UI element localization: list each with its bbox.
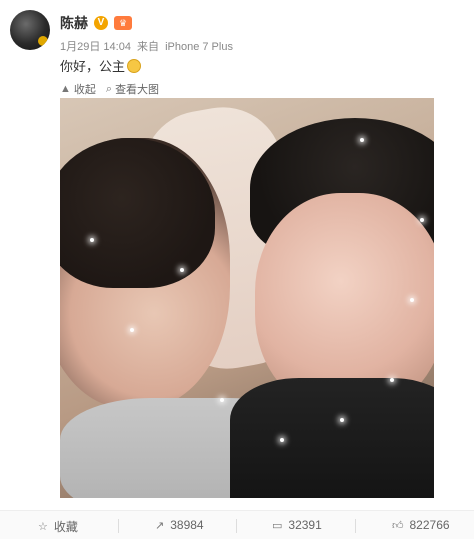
sparkle (390, 378, 394, 382)
like-button[interactable]: 👍︎ 822766 (392, 518, 450, 532)
post-header: 陈赫 V ♛ 1月29日 14:04 来自 iPhone 7 Plus 你好，公… (0, 0, 474, 78)
comment-icon: ▭ (272, 519, 283, 532)
post-text: 你好，公主 (60, 59, 126, 74)
post-footer-actions: ☆ 收藏 ↗ 38984 ▭ 32391 👍︎ 822766 (0, 510, 474, 539)
author-name[interactable]: 陈赫 (60, 13, 88, 33)
sparkle (220, 398, 224, 402)
magnify-icon: ⌕ (105, 82, 113, 95)
post-device[interactable]: iPhone 7 Plus (165, 41, 233, 53)
author-line: 陈赫 V ♛ (60, 13, 132, 33)
post-content: 你好，公主 (60, 56, 142, 75)
author-avatar[interactable] (10, 10, 50, 50)
post-photo[interactable] (60, 98, 434, 498)
verified-icon: V (94, 16, 108, 30)
princess-emoji-icon (127, 58, 142, 73)
favorite-label: 收藏 (53, 520, 78, 534)
repost-icon: ↗ (155, 519, 165, 532)
post-date[interactable]: 1月29日 14:04 (60, 41, 131, 53)
photo-man-shirt (230, 378, 434, 498)
comment-count: 32391 (288, 518, 322, 532)
collapse-icon: ▲ (60, 83, 71, 95)
like-count: 822766 (409, 518, 450, 532)
view-large-button[interactable]: ⌕ 查看大图 (106, 81, 159, 97)
sparkle (410, 298, 414, 302)
sparkle (90, 238, 94, 242)
photo-baby-hair (60, 138, 215, 288)
divider (236, 519, 237, 533)
sparkle (340, 418, 344, 422)
comment-button[interactable]: ▭ 32391 (272, 518, 322, 532)
collapse-button[interactable]: ▲ 收起 (60, 81, 96, 97)
post-meta: 1月29日 14:04 来自 iPhone 7 Plus (60, 38, 236, 54)
view-large-label: 查看大图 (115, 84, 160, 96)
image-actions: ▲ 收起 ⌕ 查看大图 (60, 81, 159, 97)
avatar-status-badge (38, 36, 48, 46)
from-prefix: 来自 (137, 41, 159, 53)
sparkle (360, 138, 364, 142)
sparkle (180, 268, 184, 272)
repost-count: 38984 (170, 518, 204, 532)
repost-button[interactable]: ↗ 38984 (155, 518, 204, 532)
divider (118, 519, 119, 533)
star-icon: ☆ (38, 521, 48, 533)
favorite-button[interactable]: ☆ 收藏 (38, 518, 78, 535)
thumbs-up-icon: 👍︎ (392, 519, 404, 532)
sparkle (420, 218, 424, 222)
sparkle (280, 438, 284, 442)
vip-icon: ♛ (114, 16, 132, 30)
collapse-label: 收起 (73, 84, 96, 96)
divider (355, 519, 356, 533)
sparkle (130, 328, 134, 332)
